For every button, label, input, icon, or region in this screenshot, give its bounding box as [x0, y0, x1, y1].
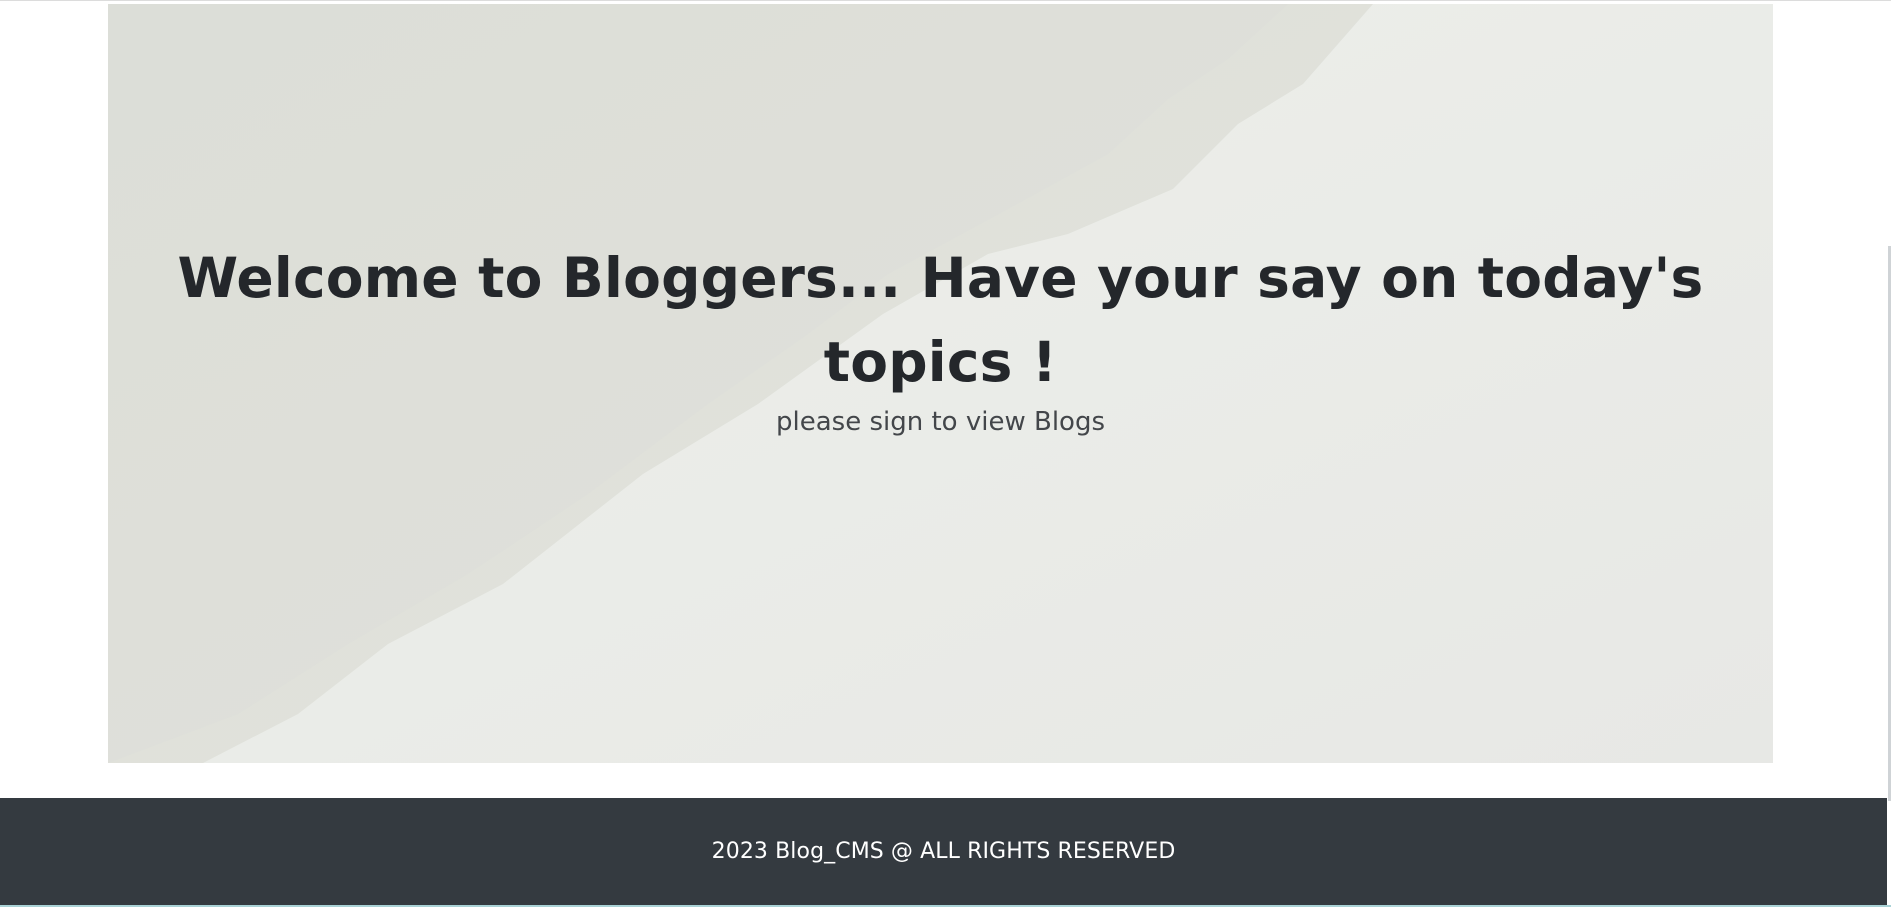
- hero-subtitle: please sign to view Blogs: [776, 407, 1105, 437]
- page: Welcome to Bloggers... Have your say on …: [0, 0, 1891, 907]
- hero-banner: Welcome to Bloggers... Have your say on …: [108, 4, 1773, 763]
- footer: 2023 Blog_CMS @ ALL RIGHTS RESERVED: [0, 798, 1887, 905]
- hero-title: Welcome to Bloggers... Have your say on …: [177, 246, 1704, 394]
- footer-copyright: 2023 Blog_CMS @ ALL RIGHTS RESERVED: [711, 839, 1176, 864]
- hero-content: Welcome to Bloggers... Have your say on …: [108, 236, 1773, 440]
